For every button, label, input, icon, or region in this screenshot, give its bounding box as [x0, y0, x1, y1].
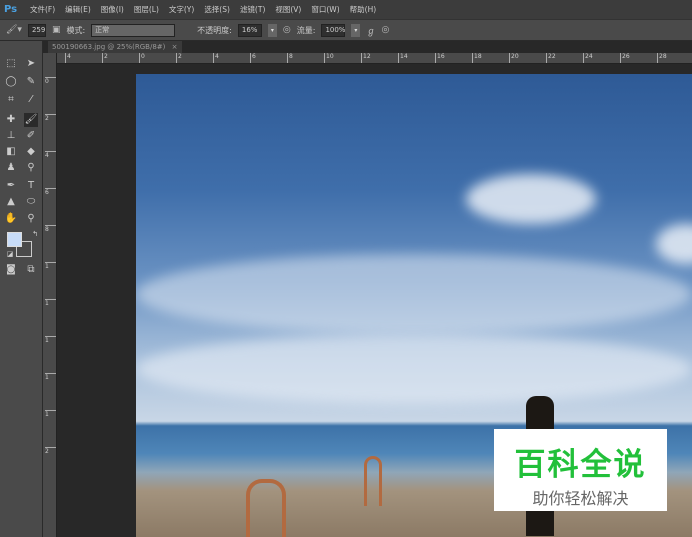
- mode-label: 模式:: [66, 25, 86, 35]
- quick-mask-icon[interactable]: ◙: [4, 263, 18, 277]
- type-tool-icon[interactable]: T: [24, 179, 38, 193]
- ruler-label: 2: [45, 447, 56, 455]
- ruler-label: 8: [45, 225, 56, 233]
- pier-ladder: [364, 456, 382, 506]
- watermark-title: 百科全说: [514, 447, 647, 483]
- dodge-tool-icon[interactable]: ⚲: [24, 161, 38, 175]
- ruler-label: 1: [45, 262, 56, 270]
- pen-tool-icon[interactable]: ✒: [4, 179, 18, 193]
- mode-select[interactable]: 正常: [91, 23, 176, 37]
- foreground-color-swatch[interactable]: [7, 232, 22, 247]
- toolbox: ⬚ ➤ ◯ ✎ ⌗ ⁄ ✚ 🖌 ⊥ ✐ ◧ ◆ ♟ ⚲ ✒ T ▲ ⬭ ✋ ⚲ …: [0, 41, 43, 537]
- opacity-dropdown[interactable]: ▾: [267, 23, 277, 37]
- ruler-label: 4: [65, 53, 71, 63]
- ruler-label: 2: [102, 53, 108, 63]
- opacity-label: 不透明度:: [197, 25, 232, 35]
- ruler-label: 0: [139, 53, 145, 63]
- ruler-label: 1: [45, 373, 56, 381]
- default-colors-icon[interactable]: ◪: [3, 247, 17, 261]
- ruler-label: 12: [361, 53, 371, 63]
- flow-dropdown[interactable]: ▾: [351, 23, 361, 37]
- menu-edit[interactable]: 编辑(E): [65, 4, 91, 15]
- flow-input[interactable]: 100%: [321, 23, 345, 37]
- menu-select[interactable]: 选择(S): [204, 4, 230, 15]
- opacity-input[interactable]: 16%: [237, 23, 262, 37]
- path-select-icon[interactable]: ▲: [4, 195, 18, 209]
- ruler-label: 14: [398, 53, 408, 63]
- menu-layer[interactable]: 图层(L): [134, 4, 159, 15]
- brush-tool-icon[interactable]: 🖌: [24, 113, 38, 127]
- menu-help[interactable]: 帮助(H): [350, 4, 377, 15]
- pressure-size-icon[interactable]: ◎: [381, 25, 389, 35]
- document-tab[interactable]: 500190663.jpg @ 25%(RGB/8#) ×: [48, 41, 182, 53]
- vertical-ruler: 0 2 4 6 8 1 1 1 1 1 2: [43, 53, 57, 537]
- lasso-tool-icon[interactable]: ◯: [4, 75, 18, 89]
- ruler-label: 4: [213, 53, 219, 63]
- ruler-label: 8: [287, 53, 293, 63]
- horizontal-ruler: 4 2 0 2 4 6 8 10 12 14 16 18 20 22 24 26 28: [57, 53, 692, 64]
- ruler-label: 1: [45, 336, 56, 344]
- brush-size-picker[interactable]: 259: [27, 23, 46, 37]
- blur-tool-icon[interactable]: ♟: [4, 161, 18, 175]
- document-tab-bar: 500190663.jpg @ 25%(RGB/8#) ×: [43, 41, 692, 53]
- ruler-label: 10: [324, 53, 334, 63]
- menu-bar: Ps 文件(F) 编辑(E) 图像(I) 图层(L) 文字(Y) 选择(S) 滤…: [0, 0, 692, 19]
- airbrush-icon[interactable]: ℊ: [366, 24, 375, 37]
- swap-colors-icon[interactable]: ↰: [28, 227, 42, 241]
- marquee-tool-icon[interactable]: ⬚: [4, 57, 18, 71]
- flow-label: 流量:: [296, 25, 316, 35]
- healing-brush-icon[interactable]: ✚: [4, 113, 18, 127]
- pressure-opacity-icon[interactable]: ◎: [283, 25, 291, 35]
- screen-mode-icon[interactable]: ⧉: [24, 263, 38, 277]
- ruler-label: 20: [509, 53, 519, 63]
- brush-tool-icon[interactable]: 🖌▾: [6, 25, 22, 35]
- ruler-label: 18: [472, 53, 482, 63]
- zoom-tool-icon[interactable]: ⚲: [24, 212, 38, 226]
- crop-tool-icon[interactable]: ⌗: [4, 93, 18, 107]
- menu-file[interactable]: 文件(F): [30, 4, 55, 15]
- close-tab-icon[interactable]: ×: [172, 43, 178, 51]
- ruler-label: 6: [250, 53, 256, 63]
- history-brush-icon[interactable]: ✐: [24, 129, 38, 143]
- menu-filter[interactable]: 滤镜(T): [240, 4, 265, 15]
- ruler-label: 1: [45, 410, 56, 418]
- eraser-tool-icon[interactable]: ◧: [4, 145, 18, 159]
- ruler-label: 26: [620, 53, 630, 63]
- watermark-subtitle: 助你轻松解决: [532, 489, 629, 508]
- ruler-label: 2: [176, 53, 182, 63]
- paint-bucket-icon[interactable]: ◆: [24, 145, 38, 159]
- ruler-label: 4: [45, 151, 56, 159]
- watermark: 百科全说 助你轻松解决: [494, 429, 667, 511]
- menu-image[interactable]: 图像(I): [101, 4, 124, 15]
- photoshop-logo: Ps: [4, 4, 18, 15]
- ruler-label: 0: [45, 77, 56, 85]
- options-bar: 🖌▾ 259 ▣ 模式: 正常 不透明度: 16% ▾ ◎ 流量: 100% ▾…: [0, 19, 692, 41]
- ruler-label: 22: [546, 53, 556, 63]
- ruler-label: 16: [435, 53, 445, 63]
- document-tab-title: 500190663.jpg @ 25%(RGB/8#): [52, 43, 166, 51]
- pier-ladder: [246, 479, 286, 537]
- eyedropper-tool-icon[interactable]: ⁄: [24, 93, 38, 107]
- move-tool-icon[interactable]: ➤: [24, 57, 38, 71]
- ruler-label: 24: [583, 53, 593, 63]
- menu-type[interactable]: 文字(Y): [169, 4, 194, 15]
- ruler-label: 2: [45, 114, 56, 122]
- quick-select-tool-icon[interactable]: ✎: [24, 75, 38, 89]
- shape-tool-icon[interactable]: ⬭: [24, 195, 38, 209]
- menu-window[interactable]: 窗口(W): [311, 4, 339, 15]
- hand-tool-icon[interactable]: ✋: [4, 212, 18, 226]
- menu-view[interactable]: 视图(V): [275, 4, 301, 15]
- stamp-tool-icon[interactable]: ⊥: [4, 129, 18, 143]
- ruler-label: 6: [45, 188, 56, 196]
- ruler-label: 1: [45, 299, 56, 307]
- brush-panel-icon[interactable]: ▣: [52, 25, 61, 35]
- ruler-label: 28: [657, 53, 667, 63]
